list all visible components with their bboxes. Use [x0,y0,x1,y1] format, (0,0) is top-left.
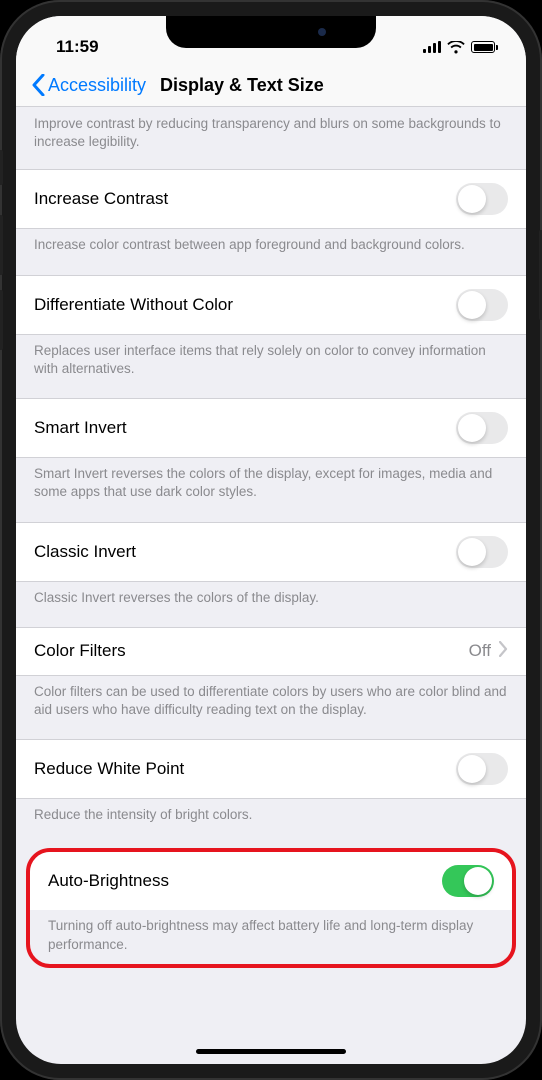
nav-bar: Accessibility Display & Text Size [16,64,526,107]
color-filters-row[interactable]: Color Filters Off [16,627,526,676]
volume-down-button [0,290,3,350]
auto-brightness-highlight: Auto-Brightness Turning off auto-brightn… [26,848,516,967]
battery-icon [471,41,498,53]
back-button[interactable]: Accessibility [32,74,146,96]
back-label: Accessibility [48,75,146,96]
color-filters-label: Color Filters [34,641,126,661]
differentiate-without-color-row[interactable]: Differentiate Without Color [16,275,526,335]
transparency-description: Improve contrast by reducing transparenc… [16,107,526,169]
auto-brightness-toggle[interactable] [442,865,494,897]
classic-invert-label: Classic Invert [34,542,136,562]
increase-contrast-row[interactable]: Increase Contrast [16,169,526,229]
classic-invert-description: Classic Invert reverses the colors of th… [16,582,526,627]
auto-brightness-label: Auto-Brightness [48,871,169,891]
classic-invert-row[interactable]: Classic Invert [16,522,526,582]
color-filters-description: Color filters can be used to differentia… [16,676,526,739]
chevron-right-icon [499,641,508,662]
reduce-white-point-toggle[interactable] [456,753,508,785]
increase-contrast-toggle[interactable] [456,183,508,215]
auto-brightness-row[interactable]: Auto-Brightness [30,852,512,910]
differentiate-without-color-toggle[interactable] [456,289,508,321]
screen: 11:59 Acc [16,16,526,1064]
smart-invert-toggle[interactable] [456,412,508,444]
wifi-icon [447,41,465,54]
auto-brightness-description: Turning off auto-brightness may affect b… [30,910,512,961]
reduce-white-point-row[interactable]: Reduce White Point [16,739,526,799]
mute-switch [0,150,3,185]
reduce-white-point-label: Reduce White Point [34,759,184,779]
device-frame: 11:59 Acc [0,0,542,1080]
classic-invert-toggle[interactable] [456,536,508,568]
smart-invert-label: Smart Invert [34,418,127,438]
reduce-white-point-description: Reduce the intensity of bright colors. [16,799,526,844]
settings-list[interactable]: Improve contrast by reducing transparenc… [16,107,526,978]
signal-icon [423,41,441,53]
differentiate-without-color-description: Replaces user interface items that rely … [16,335,526,398]
front-camera [318,28,326,36]
status-right [423,41,498,54]
home-indicator[interactable] [196,1049,346,1054]
page-title: Display & Text Size [160,75,324,96]
color-filters-value: Off [469,641,491,661]
notch [166,16,376,48]
smart-invert-row[interactable]: Smart Invert [16,398,526,458]
smart-invert-description: Smart Invert reverses the colors of the … [16,458,526,521]
increase-contrast-description: Increase color contrast between app fore… [16,229,526,274]
status-time: 11:59 [56,37,99,57]
differentiate-without-color-label: Differentiate Without Color [34,295,233,315]
volume-up-button [0,215,3,275]
increase-contrast-label: Increase Contrast [34,189,168,209]
chevron-left-icon [32,74,45,96]
